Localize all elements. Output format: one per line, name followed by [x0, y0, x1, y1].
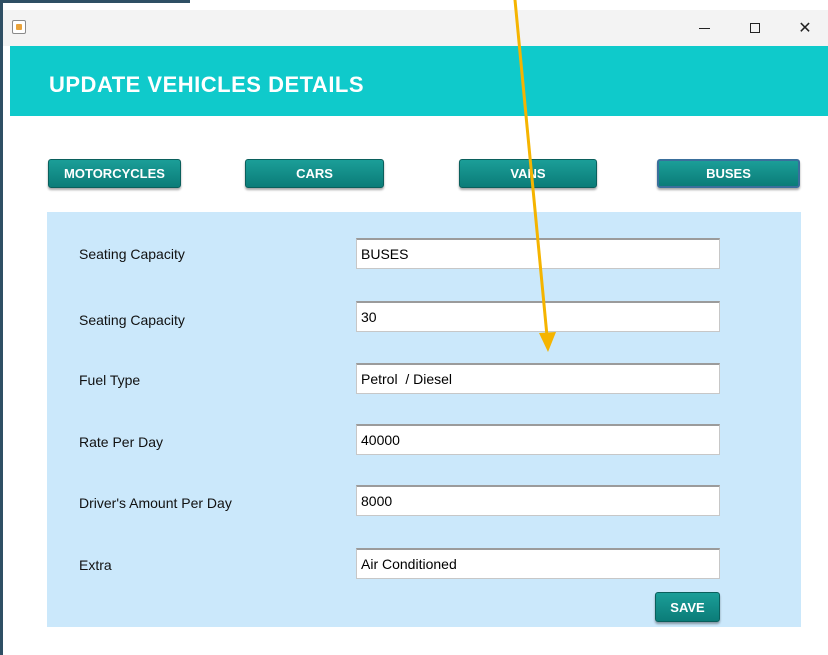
window-top-accent — [0, 0, 190, 3]
seating-capacity-label: Seating Capacity — [79, 246, 185, 262]
save-button[interactable]: SAVE — [655, 592, 720, 622]
maximize-icon — [750, 23, 760, 33]
driver-amount-label: Driver's Amount Per Day — [79, 495, 232, 511]
rate-per-day-field[interactable] — [356, 424, 720, 455]
java-cup-icon — [12, 20, 26, 34]
minimize-icon — [698, 27, 710, 29]
page-header: UPDATE VEHICLES DETAILS — [10, 46, 828, 116]
vans-button[interactable]: VANS — [459, 159, 597, 188]
close-icon: ✕ — [798, 20, 812, 37]
motorcycles-button[interactable]: MOTORCYCLES — [48, 159, 181, 188]
extra-label: Extra — [79, 557, 112, 573]
rate-per-day-label: Rate Per Day — [79, 434, 164, 450]
driver-amount-field[interactable] — [356, 485, 720, 516]
vehicle-details-panel: Seating Capacity Seating Capacity Fuel T… — [47, 212, 801, 627]
maximize-button[interactable] — [730, 10, 780, 46]
fuel-type-label: Fuel Type — [79, 372, 141, 388]
buses-button[interactable]: BUSES — [657, 159, 800, 188]
window-left-edge — [0, 0, 3, 655]
cars-button[interactable]: CARS — [245, 159, 384, 188]
vehicle-type-field[interactable] — [356, 238, 720, 269]
page-title: UPDATE VEHICLES DETAILS — [49, 72, 365, 97]
extra-field[interactable] — [356, 548, 720, 579]
fuel-type-field[interactable] — [356, 363, 720, 394]
seating-capacity-label-2: Seating Capacity — [79, 312, 185, 328]
seating-capacity-field[interactable] — [356, 301, 720, 332]
window-titlebar[interactable]: ✕ — [3, 10, 828, 46]
close-button[interactable]: ✕ — [780, 10, 828, 46]
minimize-button[interactable] — [679, 10, 729, 46]
